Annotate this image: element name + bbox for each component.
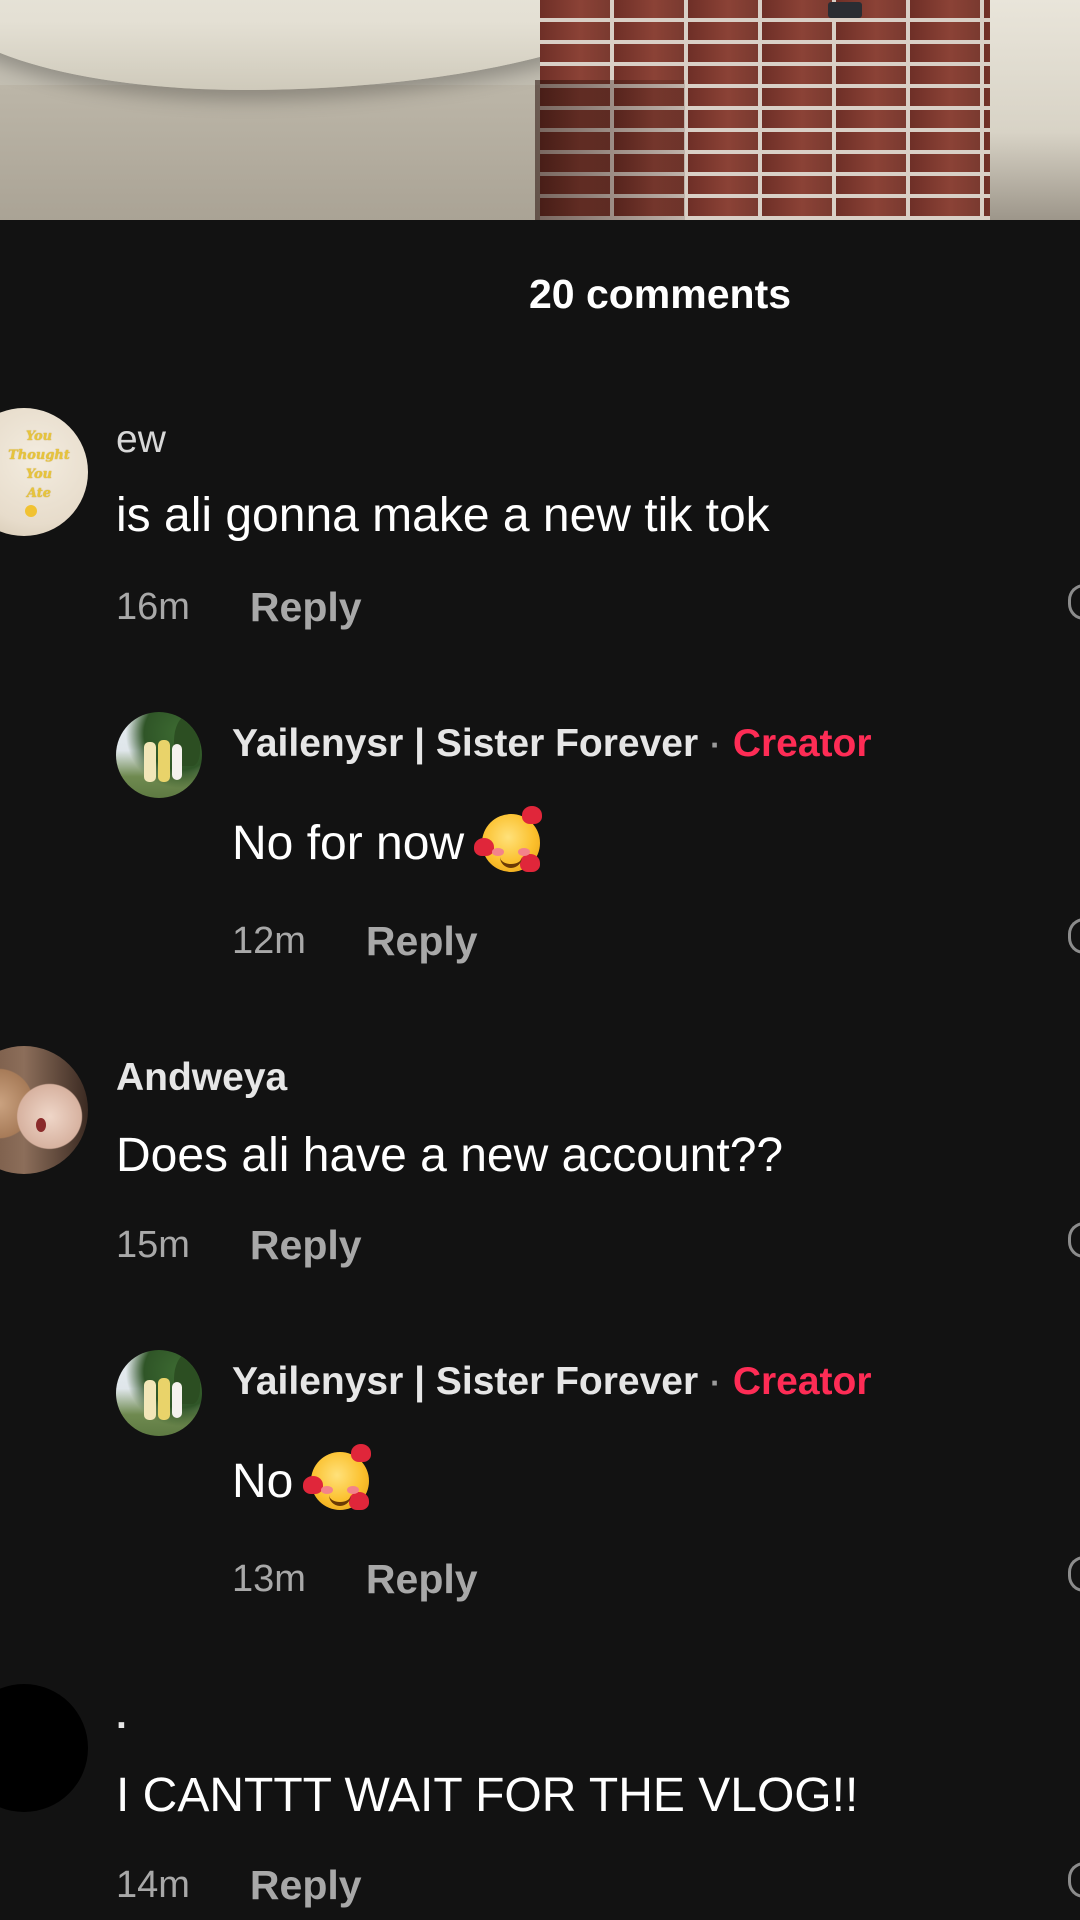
comment-meta: 15m Reply (116, 1222, 362, 1269)
separator-dot: · (710, 727, 721, 763)
comment-username[interactable]: . (116, 1694, 127, 1738)
creator-badge: Creator (732, 1360, 872, 1403)
comment-meta: 16m Reply (116, 584, 362, 631)
avatar-person (144, 742, 156, 782)
avatar-mouth (36, 1118, 46, 1132)
user-avatar[interactable] (0, 1684, 88, 1812)
comment-timestamp: 16m (116, 586, 190, 628)
reply-button[interactable]: Reply (366, 1556, 478, 1603)
avatar-person (172, 1382, 182, 1418)
smiling-face-with-hearts-icon (474, 806, 543, 872)
video-shadow (0, 85, 620, 220)
comment-timestamp: 12m (232, 920, 306, 962)
avatar-person (158, 740, 170, 782)
avatar-text-line: Thought (8, 448, 70, 463)
like-heart-icon[interactable] (1068, 1222, 1080, 1258)
user-avatar[interactable] (0, 1046, 88, 1174)
comment-username[interactable]: ew (116, 418, 166, 462)
avatar-text-line: Ate (26, 486, 52, 501)
comment-text: Does ali have a new account?? (116, 1129, 784, 1182)
avatar-person (144, 1380, 156, 1420)
video-thumbnail[interactable] (0, 0, 1080, 220)
reply-button[interactable]: Reply (250, 1862, 362, 1909)
comment-username[interactable]: Yailenysr | Sister Forever · Creator (232, 722, 872, 766)
comment-meta: 12m Reply (232, 918, 478, 965)
comment-timestamp: 14m (116, 1864, 190, 1906)
comment-timestamp: 15m (116, 1224, 190, 1266)
smiling-face-with-hearts-icon (303, 1444, 372, 1510)
comment-meta: 13m Reply (232, 1556, 478, 1603)
comment-text: No (232, 1444, 372, 1510)
comment-timestamp: 13m (232, 1558, 306, 1600)
comment-text: I CANTTT WAIT FOR THE VLOG!! (116, 1769, 859, 1822)
like-heart-icon[interactable] (1068, 1556, 1080, 1592)
avatar-person (158, 1378, 170, 1420)
video-security-camera (828, 2, 862, 18)
video-trim (990, 0, 1080, 220)
user-avatar[interactable]: You Thought You Ate (0, 408, 88, 536)
creator-username: Yailenysr | Sister Forever (232, 722, 699, 765)
creator-avatar[interactable] (116, 712, 202, 798)
comment-text: No for now (232, 806, 543, 872)
comment-text-content: No (232, 1454, 294, 1508)
reply-button[interactable]: Reply (366, 918, 478, 965)
comments-count-title: 20 comments (528, 270, 792, 317)
avatar-person (172, 744, 182, 780)
creator-username: Yailenysr | Sister Forever (232, 1360, 699, 1403)
avatar-text-line: You (25, 429, 53, 444)
reply-button[interactable]: Reply (250, 1222, 362, 1269)
comment-username[interactable]: Yailenysr | Sister Forever · Creator (232, 1360, 872, 1404)
video-brick-shadow (535, 80, 685, 220)
comment-text-content: No for now (232, 816, 465, 870)
like-heart-icon[interactable] (1068, 1862, 1080, 1898)
like-heart-icon[interactable] (1068, 584, 1080, 620)
separator-dot: · (710, 1365, 721, 1401)
creator-badge: Creator (732, 722, 872, 765)
avatar-text-line: You (25, 467, 53, 482)
creator-avatar[interactable] (116, 1350, 202, 1436)
comment-username[interactable]: Andweya (116, 1056, 287, 1100)
smile-emoji-icon (25, 505, 37, 517)
comment-meta: 14m Reply (116, 1862, 362, 1909)
comment-text: is ali gonna make a new tik tok (116, 489, 770, 542)
reply-button[interactable]: Reply (250, 584, 362, 631)
like-heart-icon[interactable] (1068, 918, 1080, 954)
